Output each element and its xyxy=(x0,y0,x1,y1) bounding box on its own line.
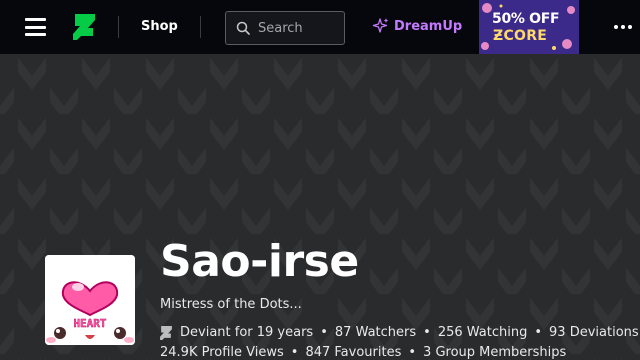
watchers-count[interactable]: 87 Watchers xyxy=(335,325,416,340)
deviant-since: Deviant for 19 years xyxy=(180,325,314,340)
profile-stats-row1: Deviant for 19 years • 87 Watchers • 256… xyxy=(160,325,639,340)
search-box[interactable] xyxy=(225,11,345,45)
heart-avatar-image: HEART xyxy=(45,255,135,345)
separator-dot: • xyxy=(423,325,431,340)
group-memberships-count[interactable]: 3 Group Memberships xyxy=(423,345,566,360)
separator-dot: • xyxy=(408,345,417,360)
search-icon xyxy=(236,21,250,35)
promo-line2: ƵCORE xyxy=(493,28,548,44)
dreamup-label: DreamUp xyxy=(394,18,463,34)
header-divider xyxy=(118,16,119,38)
avatar[interactable]: HEART xyxy=(45,255,135,345)
profile-views-count: 24.9K Profile Views xyxy=(160,345,284,360)
ellipsis-icon[interactable] xyxy=(614,25,632,29)
avatar-heart-text: HEART xyxy=(73,317,106,330)
separator-dot: • xyxy=(534,325,543,340)
promo-decoration xyxy=(479,0,579,54)
promo-line1: 50% OFF xyxy=(492,11,560,27)
core-promo-banner[interactable]: 50% OFF ƵCORE xyxy=(479,0,579,54)
sparkle-icon xyxy=(372,18,389,33)
watching-count[interactable]: 256 Watching xyxy=(438,325,528,340)
deviations-count[interactable]: 93 Deviations xyxy=(549,325,639,340)
top-navigation-bar: Shop DreamUp 50% OFF ƵCORE xyxy=(0,0,640,54)
deviantart-logo-icon[interactable] xyxy=(73,14,95,40)
profile-stats-row2: 24.9K Profile Views • 847 Favourites • 3… xyxy=(160,345,566,360)
hamburger-icon[interactable] xyxy=(25,18,46,36)
header-divider xyxy=(200,16,201,38)
separator-dot: • xyxy=(320,325,328,340)
profile-tagline: Mistress of the Dots... xyxy=(160,297,302,312)
favourites-count[interactable]: 847 Favourites xyxy=(305,345,401,360)
shop-link[interactable]: Shop xyxy=(141,19,178,34)
profile-username: Sao-irse xyxy=(160,236,359,287)
search-input[interactable] xyxy=(258,20,338,36)
deviantart-badge-icon xyxy=(160,325,172,340)
dreamup-link[interactable]: DreamUp xyxy=(372,17,462,35)
separator-dot: • xyxy=(290,345,299,360)
